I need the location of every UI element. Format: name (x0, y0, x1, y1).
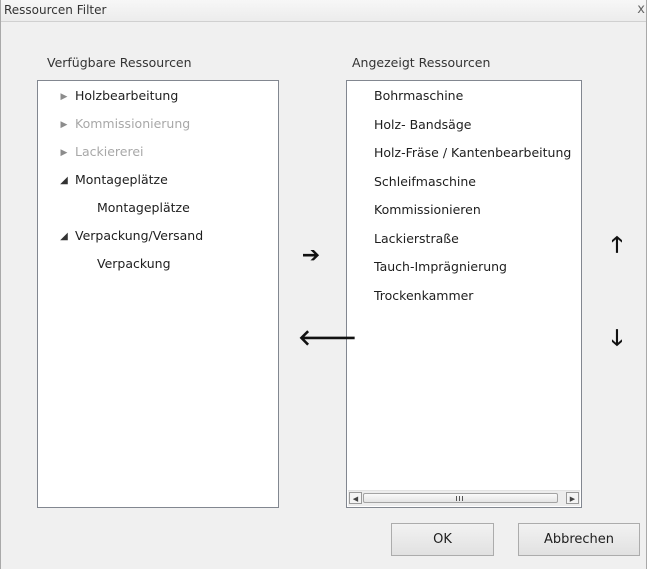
tree-node-label: Montageplätze (75, 172, 168, 187)
tree-node[interactable]: ▶ Lackiererei (56, 140, 144, 165)
tree-node-label: Montageplätze (97, 200, 190, 215)
tree-node[interactable]: Verpackung (94, 252, 171, 276)
move-down-arrow-icon[interactable]: 🡓 (604, 326, 630, 352)
tree-node[interactable]: ▶ Holzbearbeitung (56, 84, 179, 109)
list-item[interactable]: Holz- Bandsäge (374, 113, 471, 137)
scroll-right-icon[interactable]: ▶ (566, 492, 579, 504)
available-resources-label: Verfügbare Ressourcen (47, 55, 192, 70)
window-title: Ressourcen Filter (4, 3, 107, 17)
tree-collapsed-icon[interactable]: ▶ (56, 85, 72, 109)
scroll-left-icon[interactable]: ◀ (349, 492, 362, 504)
scroll-thumb[interactable] (363, 493, 558, 503)
available-resources-tree[interactable]: ▶ Holzbearbeitung ▶ Kommissionierung ▶ Lackie… (37, 80, 279, 508)
horizontal-scrollbar[interactable]: ◀ ▶ (348, 490, 580, 506)
displayed-resources-label: Angezeigt Ressourcen (352, 55, 491, 70)
list-item[interactable]: Lackierstraße (374, 227, 459, 251)
close-icon[interactable]: x (637, 2, 645, 17)
tree-node-label: Lackiererei (75, 144, 144, 159)
tree-node[interactable]: ◢ Verpackung/Versand (56, 224, 203, 248)
tree-node-label: Verpackung (97, 256, 171, 271)
tree-node[interactable]: ◢ Montageplätze (56, 168, 168, 192)
list-item[interactable]: Schleifmaschine (374, 170, 476, 194)
tree-collapsed-icon[interactable]: ▶ (56, 113, 72, 137)
ok-button[interactable]: OK (391, 523, 494, 556)
remove-resource-arrow-icon[interactable]: 🡐 (298, 326, 357, 352)
list-item[interactable]: Kommissionieren (374, 198, 481, 222)
tree-node-label: Holzbearbeitung (75, 88, 179, 103)
list-item[interactable]: Bohrmaschine (374, 84, 463, 108)
ressourcen-filter-dialog: Ressourcen Filter x Verfügbare Ressource… (0, 0, 647, 569)
list-item[interactable]: Tauch-Imprägnierung (374, 255, 507, 279)
tree-node[interactable]: ▶ Kommissionierung (56, 112, 191, 137)
tree-collapsed-icon[interactable]: ▶ (56, 141, 72, 165)
title-bar: Ressourcen Filter x (1, 0, 646, 22)
list-item[interactable]: Holz-Fräse / Kantenbearbeitung (374, 141, 571, 165)
tree-node-label: Kommissionierung (75, 116, 191, 131)
tree-node-label: Verpackung/Versand (75, 228, 204, 243)
list-item[interactable]: Trockenkammer (374, 284, 473, 308)
tree-node[interactable]: Montageplätze (94, 196, 190, 220)
move-up-arrow-icon[interactable]: 🡑 (604, 233, 630, 259)
tree-expanded-icon[interactable]: ◢ (56, 225, 72, 249)
add-resource-arrow-icon[interactable]: ➔ (298, 243, 324, 269)
cancel-button[interactable]: Abbrechen (518, 523, 640, 556)
tree-expanded-icon[interactable]: ◢ (56, 169, 72, 193)
displayed-resources-list[interactable]: ◀ ▶ Bohrmaschine Holz- Bandsäge Holz-Fräse… (346, 80, 582, 508)
